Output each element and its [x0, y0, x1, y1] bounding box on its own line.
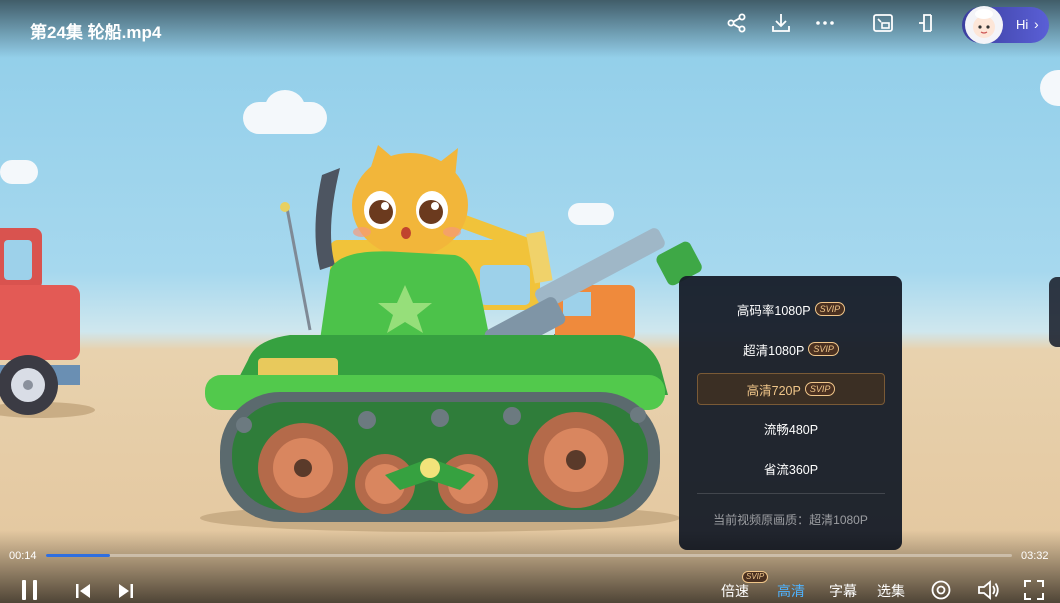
duration: 03:32 [1021, 550, 1049, 562]
previous-icon[interactable] [74, 582, 92, 603]
quality-menu: 高码率1080P SVIP 超清1080P SVIP 高清720P SVIP 流… [679, 276, 902, 550]
progress-fill [46, 554, 110, 557]
quality-option-720p[interactable]: 高清720P SVIP [697, 373, 885, 405]
subtitle-button[interactable]: 字幕 [829, 581, 857, 601]
settings-icon[interactable] [930, 579, 952, 603]
volume-icon[interactable] [977, 579, 1001, 603]
episodes-button[interactable]: 选集 [877, 581, 905, 601]
assistant-avatar [964, 5, 1004, 45]
assistant-hi-button[interactable]: Hi › [962, 5, 1049, 45]
popout-icon[interactable] [916, 11, 940, 35]
divider [697, 493, 885, 494]
side-panel-toggle[interactable] [1049, 277, 1060, 347]
svip-badge: SVIP [808, 342, 839, 356]
picture-in-picture-icon[interactable] [871, 11, 895, 35]
quality-option-label: 高清720P [746, 383, 801, 398]
quality-option-label: 流畅480P [763, 422, 819, 437]
share-icon[interactable] [725, 11, 749, 35]
hi-label: Hi [1016, 17, 1029, 32]
progress-bar[interactable] [46, 554, 1012, 557]
video-title: 第24集 轮船.mp4 [30, 23, 162, 42]
quality-option-label: 省流360P [763, 462, 819, 477]
next-icon[interactable] [117, 582, 135, 603]
original-quality-note: 当前视频原画质：超清1080P [713, 513, 868, 527]
svip-badge: SVIP [804, 382, 836, 396]
quality-option-1080p[interactable]: 超清1080P SVIP [697, 333, 885, 365]
chevron-right-icon: › [1034, 16, 1039, 32]
download-icon[interactable] [769, 11, 793, 35]
fullscreen-icon[interactable] [1023, 579, 1045, 603]
quality-option-1080p-high-bitrate[interactable]: 高码率1080P SVIP [697, 293, 885, 325]
quality-button[interactable]: 高清 [777, 581, 805, 601]
speed-button[interactable]: 倍速 [721, 581, 749, 601]
quality-option-360p[interactable]: 省流360P [697, 452, 885, 484]
quality-option-label: 高码率1080P [736, 303, 811, 318]
current-time: 00:14 [9, 550, 37, 562]
quality-option-480p[interactable]: 流畅480P [697, 412, 885, 444]
quality-option-label: 超清1080P [743, 343, 805, 358]
pause-icon[interactable] [20, 579, 40, 603]
svip-badge: SVIP [814, 302, 846, 316]
more-icon[interactable] [813, 11, 837, 35]
